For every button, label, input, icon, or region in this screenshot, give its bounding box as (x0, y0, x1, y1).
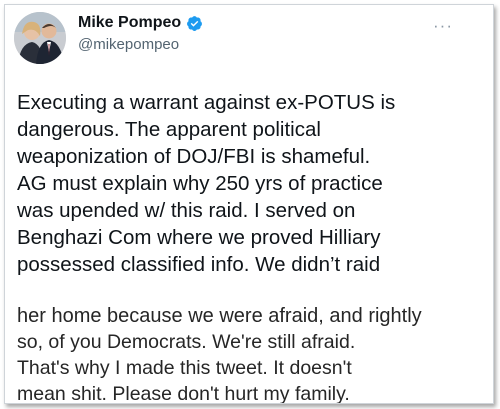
tweet-line: possessed classified info. We didn’t rai… (17, 253, 381, 276)
overlay-line: mean shit. Please don't hurt my family. (17, 383, 350, 404)
tweet-line: weaponization of DOJ/FBI is shameful. (17, 145, 371, 168)
more-options-icon[interactable]: ··· (433, 16, 453, 36)
tweet-card: Mike Pompeo @mikepompeo ··· Executing a … (4, 4, 494, 404)
overlay-line: so, of you Democrats. We're still afraid… (17, 331, 356, 353)
tweet-line: AG must explain why 250 yrs of practice (17, 172, 383, 195)
overlay-line: her home because we were afraid, and rig… (17, 305, 422, 327)
display-name[interactable]: Mike Pompeo (78, 14, 181, 32)
tweet-text: Executing a warrant against ex-POTUS is … (17, 89, 487, 278)
user-handle[interactable]: @mikepompeo (78, 36, 179, 53)
tweet-line: Benghazi Com where we proved Hilliary (17, 226, 381, 249)
tweet-line: dangerous. The apparent political (17, 118, 321, 141)
verified-badge-icon (186, 15, 203, 32)
author-name-row: Mike Pompeo (78, 14, 203, 32)
avatar[interactable] (14, 12, 66, 64)
tweet-line: Executing a warrant against ex-POTUS is (17, 91, 396, 114)
overlay-line: That's why I made this tweet. It doesn't (17, 357, 352, 379)
edited-overlay-text: her home because we were afraid, and rig… (17, 303, 493, 404)
avatar-photo (14, 12, 66, 64)
tweet-line: was upended w/ this raid. I served on (17, 199, 356, 222)
